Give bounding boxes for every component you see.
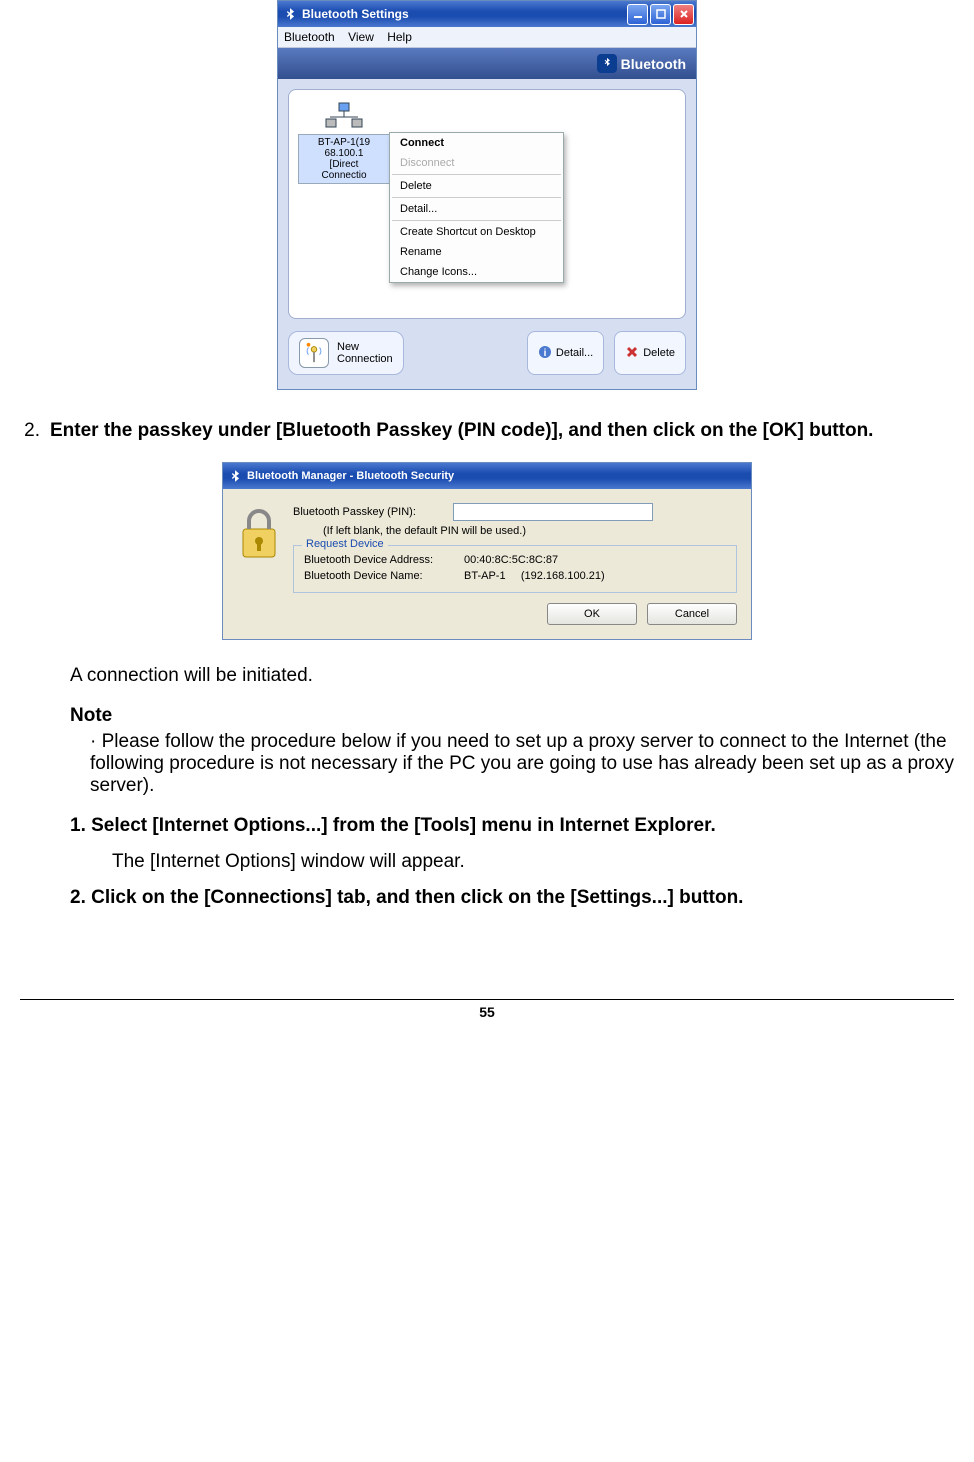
new-connection-label: New Connection xyxy=(337,341,393,365)
titlebar: Bluetooth Settings xyxy=(278,1,696,27)
svg-text:i: i xyxy=(544,348,547,359)
window-title: Bluetooth Settings xyxy=(302,7,409,21)
delete-x-icon xyxy=(625,345,639,362)
menu-disconnect: Disconnect xyxy=(390,153,563,173)
menu-delete[interactable]: Delete xyxy=(390,176,563,196)
network-device-icon xyxy=(324,100,364,132)
ok-button[interactable]: OK xyxy=(547,603,637,625)
bluetooth-icon xyxy=(227,468,243,484)
menu-rename[interactable]: Rename xyxy=(390,242,563,262)
address-value: 00:40:8C:5C:8C:87 xyxy=(464,554,558,566)
info-icon: i xyxy=(538,345,552,362)
minimize-button[interactable] xyxy=(627,4,648,25)
dialog-titlebar: Bluetooth Manager - Bluetooth Security xyxy=(223,463,751,489)
menu-connect[interactable]: Connect xyxy=(390,133,563,153)
passkey-input[interactable] xyxy=(453,503,653,521)
address-label: Bluetooth Device Address: xyxy=(304,554,464,566)
brand-text: Bluetooth xyxy=(621,56,686,72)
close-button[interactable] xyxy=(673,4,694,25)
menu-change-icons[interactable]: Change Icons... xyxy=(390,262,563,282)
bluetooth-manager-dialog: Bluetooth Manager - Bluetooth Security B… xyxy=(222,462,752,640)
passkey-hint: (If left blank, the default PIN will be … xyxy=(323,525,737,537)
bluetooth-logo-icon xyxy=(597,54,617,73)
menu-view[interactable]: View xyxy=(348,30,374,44)
brand-bar: Bluetooth xyxy=(278,48,696,79)
request-device-group: Request Device Bluetooth Device Address:… xyxy=(293,545,737,593)
delete-button[interactable]: Delete xyxy=(614,331,686,375)
page-number: 55 xyxy=(20,999,954,1020)
passkey-label: Bluetooth Passkey (PIN): xyxy=(293,506,453,518)
menu-bluetooth[interactable]: Bluetooth xyxy=(284,30,335,44)
menu-detail[interactable]: Detail... xyxy=(390,199,563,219)
menu-help[interactable]: Help xyxy=(387,30,412,44)
device-item[interactable]: BT-AP-1(19 68.100.1 [Direct Connectio xyxy=(299,100,389,184)
dialog-title: Bluetooth Manager - Bluetooth Security xyxy=(247,470,454,482)
menubar: Bluetooth View Help xyxy=(278,27,696,48)
device-label: BT-AP-1(19 68.100.1 [Direct Connectio xyxy=(298,134,390,184)
bluetooth-icon xyxy=(282,6,298,22)
step-2: 2. Enter the passkey under [Bluetooth Pa… xyxy=(8,420,954,442)
antenna-icon xyxy=(299,338,329,368)
device-name-label: Bluetooth Device Name: xyxy=(304,570,464,582)
bluetooth-settings-window: Bluetooth Settings Bluetooth View Help B… xyxy=(277,0,697,390)
result-text: A connection will be initiated. xyxy=(70,665,954,687)
fieldset-legend: Request Device xyxy=(302,538,388,550)
lock-icon xyxy=(237,503,281,563)
substep-1-result: The [Internet Options] window will appea… xyxy=(112,851,954,873)
cancel-button[interactable]: Cancel xyxy=(647,603,737,625)
context-menu: Connect Disconnect Delete Detail... Crea… xyxy=(389,132,564,283)
substep-1: 1. Select [Internet Options...] from the… xyxy=(70,815,954,837)
substep-2: 2. Click on the [Connections] tab, and t… xyxy=(70,887,954,909)
step-number: 2. xyxy=(8,420,50,442)
maximize-button[interactable] xyxy=(650,4,671,25)
device-name-value: BT-AP-1 (192.168.100.21) xyxy=(464,570,605,582)
menu-create-shortcut[interactable]: Create Shortcut on Desktop xyxy=(390,222,563,242)
step-text: Enter the passkey under [Bluetooth Passk… xyxy=(50,420,954,442)
detail-button[interactable]: i Detail... xyxy=(527,331,604,375)
note-body: · Please follow the procedure below if y… xyxy=(90,731,954,797)
devices-panel: BT-AP-1(19 68.100.1 [Direct Connectio Co… xyxy=(288,89,686,319)
note-heading: Note xyxy=(70,705,954,727)
new-connection-button[interactable]: New Connection xyxy=(288,331,404,375)
